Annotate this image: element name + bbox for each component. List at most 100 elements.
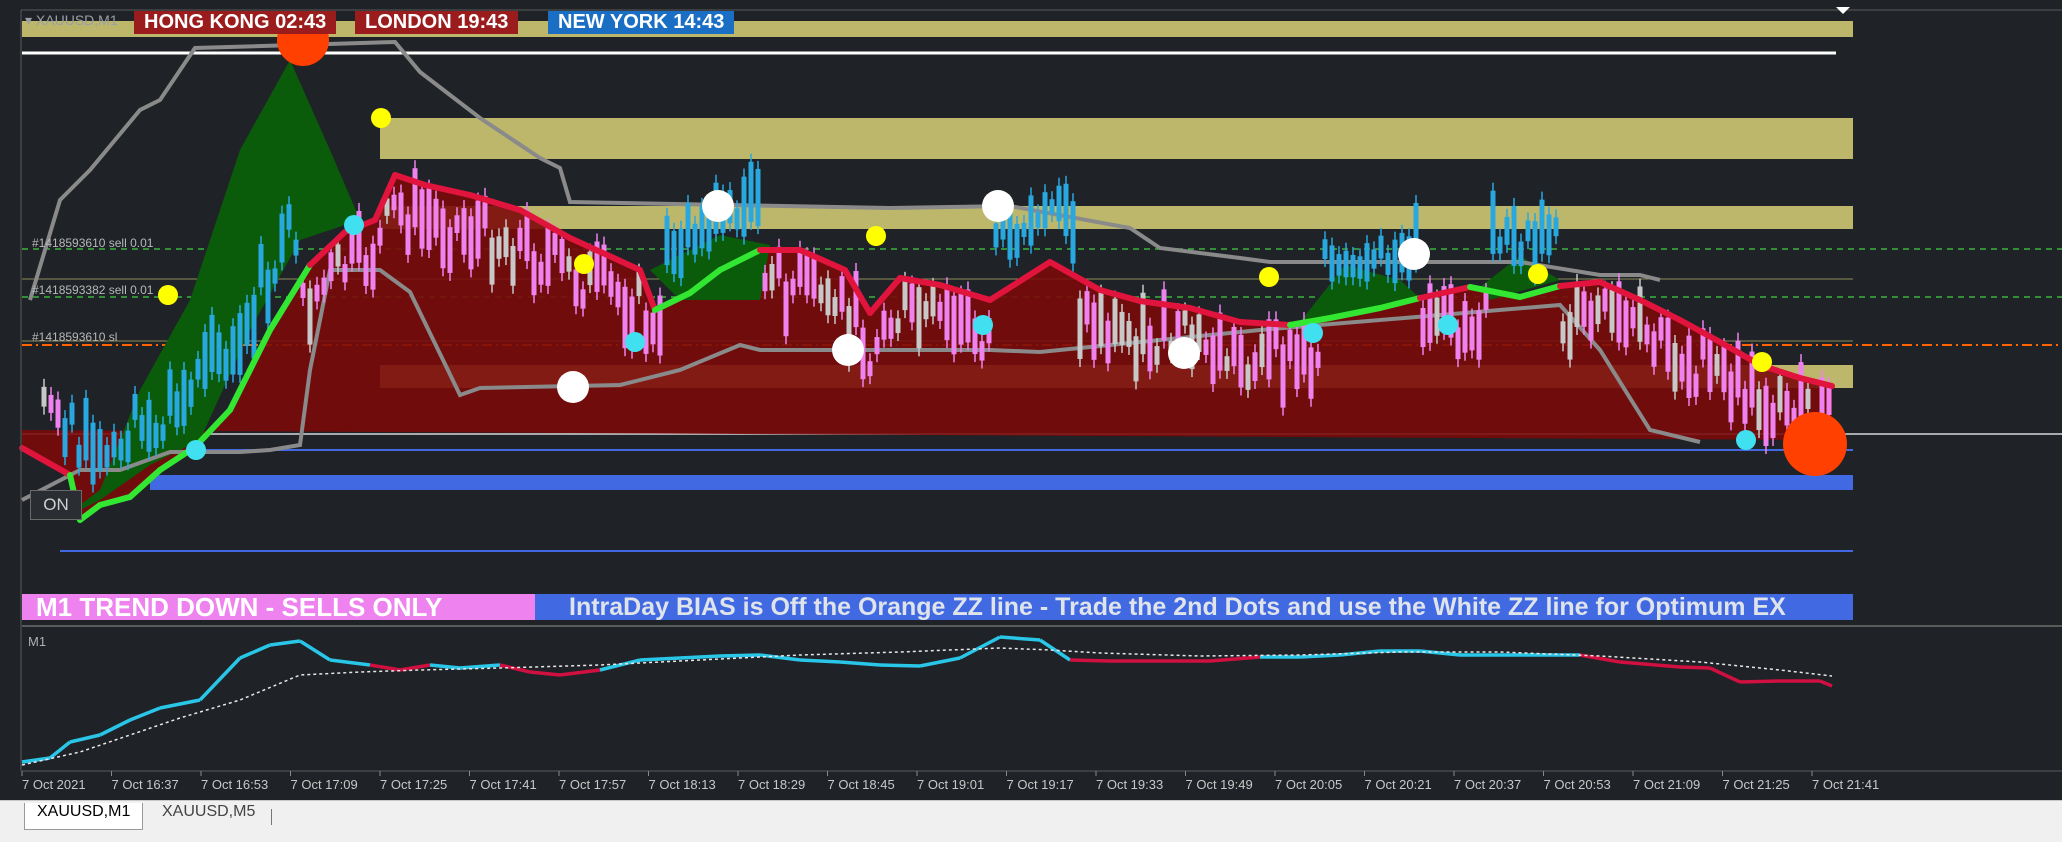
session-london: LONDON 19:43 [355, 11, 519, 34]
candle [1259, 333, 1265, 368]
candle [965, 289, 971, 343]
oscillator-down [1819, 679, 1833, 688]
candle [1469, 316, 1475, 351]
candle [125, 430, 131, 463]
oscillator-down [499, 663, 531, 674]
candle [909, 283, 915, 323]
candle [1581, 291, 1587, 327]
candle [167, 369, 173, 416]
candle [1455, 327, 1461, 360]
time-tick-label: 7 Oct 20:37 [1454, 777, 1522, 792]
oscillator-up [69, 733, 101, 744]
candle [279, 213, 285, 263]
oscillator-up [198, 656, 242, 702]
candle [1392, 239, 1398, 284]
oscillator-down [1619, 660, 1681, 669]
oscillator-up [999, 635, 1041, 642]
candle [1000, 220, 1006, 240]
candle [1035, 212, 1041, 228]
candle [566, 256, 572, 272]
candle [1665, 317, 1671, 372]
candle [1329, 245, 1335, 282]
time-tick-label: 7 Oct 20:53 [1543, 777, 1611, 792]
candle [1245, 364, 1251, 390]
candle [944, 285, 950, 341]
signal-sell-dot [1752, 352, 1772, 372]
zigzag-white-dot [702, 190, 734, 222]
candle [881, 310, 887, 340]
candle [1308, 347, 1314, 399]
candle [230, 326, 236, 375]
on-toggle-button[interactable]: ON [30, 490, 82, 520]
candle [118, 438, 124, 461]
candle [1315, 351, 1321, 368]
oscillator-down [399, 663, 431, 672]
signal-buy-dot [344, 215, 364, 235]
candle [1371, 249, 1377, 269]
candle [496, 236, 502, 259]
oscillator-down [1209, 655, 1261, 663]
candle [1070, 201, 1076, 264]
candle [328, 252, 334, 282]
candle [160, 424, 166, 441]
time-tick-label: 7 Oct 18:13 [648, 777, 716, 792]
candle [1560, 321, 1566, 344]
candle [1161, 289, 1167, 341]
oscillator-up [269, 639, 301, 647]
candle [433, 198, 439, 238]
candle [1742, 388, 1748, 424]
chart-window[interactable]: ▾ XAUUSD,M1 HONG KONG 02:43 LONDON 19:43… [0, 0, 2062, 800]
candle [678, 228, 684, 279]
tab-xauusd-m5[interactable]: XAUUSD,M5 [150, 803, 267, 829]
candle [1378, 235, 1384, 259]
candle [265, 269, 271, 324]
candle [1042, 192, 1048, 229]
candle [1210, 335, 1216, 385]
candle [1252, 352, 1258, 381]
signal-sell-dot [371, 108, 391, 128]
time-tick-label: 7 Oct 18:45 [827, 777, 895, 792]
candle [1056, 185, 1062, 222]
oscillator-down [1069, 658, 1111, 663]
oscillator-up [719, 653, 761, 658]
time-tick-label: 7 Oct 21:09 [1633, 777, 1701, 792]
candle [1539, 199, 1545, 254]
oscillator-up [839, 660, 881, 667]
zigzag-white-dot [1168, 337, 1200, 369]
candle [1266, 319, 1272, 380]
candle [405, 214, 411, 255]
order-line-label-sell-2: #1418593382 sell 0.01 [32, 283, 154, 297]
candle [153, 422, 159, 449]
candle [1357, 256, 1363, 279]
candle [790, 278, 796, 296]
candle [1098, 292, 1104, 347]
candle [531, 251, 537, 296]
time-tick-label: 7 Oct 21:41 [1812, 777, 1880, 792]
candle [1714, 354, 1720, 376]
candle [1287, 329, 1293, 362]
candle [783, 281, 789, 337]
candle [174, 391, 180, 428]
candle [545, 227, 551, 286]
demand-zone [150, 475, 1853, 490]
candle [615, 281, 621, 308]
collapse-triangle-icon[interactable]: ▾ [25, 12, 36, 28]
candle [1462, 301, 1468, 353]
candle [489, 237, 495, 285]
price-chart[interactable] [0, 0, 2062, 800]
candle [902, 279, 908, 311]
candle [391, 194, 397, 211]
candle [104, 445, 110, 468]
signal-buy-dot [1438, 315, 1458, 335]
signal-sell-dot [574, 254, 594, 274]
candle [286, 204, 292, 230]
candle [188, 379, 194, 407]
candle [958, 293, 964, 345]
oscillator-up [879, 663, 921, 668]
candle [475, 200, 481, 259]
oscillator-up [299, 639, 331, 662]
oscillator-up [129, 706, 161, 722]
candle [1525, 220, 1531, 242]
signal-buy-dot [1736, 430, 1756, 450]
tab-xauusd-m1[interactable]: XAUUSD,M1 [24, 803, 144, 830]
